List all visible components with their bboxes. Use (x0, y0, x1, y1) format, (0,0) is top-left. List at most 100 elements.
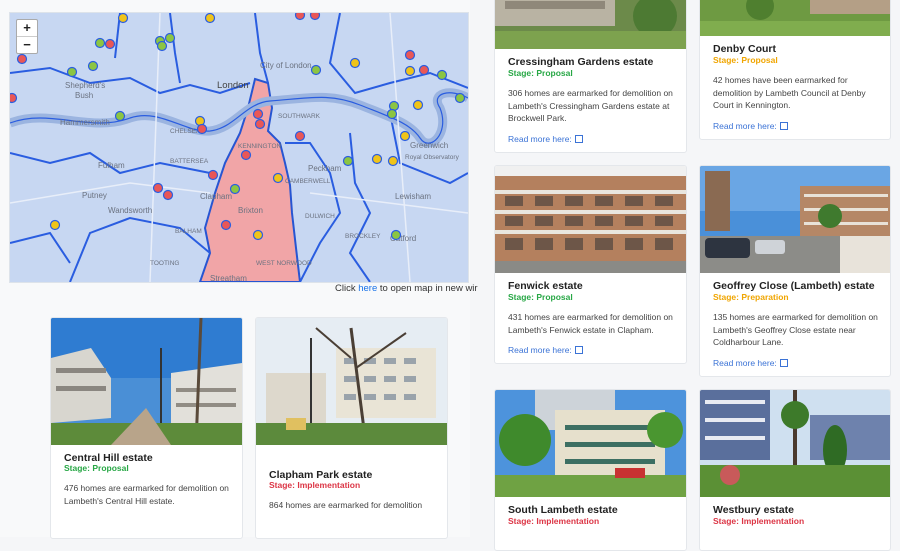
estate-stage: Stage: Proposal (508, 68, 573, 78)
label-west-norwood: WEST NORWOOD (256, 260, 312, 267)
map-marker (294, 13, 306, 21)
estate-card-fenwick[interactable]: Fenwick estate Stage: Proposal 431 homes… (494, 165, 687, 364)
zoom-out-button[interactable]: − (17, 37, 37, 53)
map-marker (254, 118, 266, 130)
read-more-link[interactable]: Read more here: (713, 358, 788, 368)
map-marker (349, 57, 361, 69)
map-marker (371, 153, 383, 165)
estate-stage: Stage: Proposal (64, 463, 129, 473)
estate-card-geoffrey-close[interactable]: Geoffrey Close (Lambeth) estate Stage: P… (699, 165, 891, 377)
map-marker (104, 38, 116, 50)
map-marker (94, 37, 106, 49)
map-marker (399, 130, 411, 142)
map-marker (156, 40, 168, 52)
map-marker (240, 149, 252, 161)
label-greenwich: Greenwich (410, 141, 448, 150)
label-streatham: Streatham (210, 274, 247, 282)
map-canvas[interactable]: City of London London Shepherd's Bush Ha… (10, 13, 468, 282)
map-marker (117, 13, 129, 24)
estate-title: Geoffrey Close (Lambeth) estate (713, 280, 875, 292)
map-marker (272, 172, 284, 184)
estate-photo (700, 0, 890, 36)
label-royal-observatory: Royal Observatory (405, 154, 460, 161)
map-marker (404, 65, 416, 77)
caption-prefix: Click (335, 283, 356, 294)
estate-stage: Stage: Proposal (713, 55, 778, 65)
estate-photo (700, 166, 890, 273)
label-clapham: Clapham (200, 192, 232, 201)
label-fulham: Fulham (98, 161, 125, 170)
map-marker (16, 53, 28, 65)
estate-card-westbury[interactable]: Westbury estate Stage: Implementation (699, 389, 891, 551)
label-camberwell: CAMBERWELL (285, 178, 331, 185)
estate-stage: Stage: Implementation (269, 480, 361, 490)
label-dulwich: DULWICH (305, 213, 335, 220)
estate-description: 431 homes are earmarked for demolition o… (508, 312, 673, 335)
map-marker (310, 64, 322, 76)
label-city-of-london: City of London (260, 61, 312, 70)
estate-card-denby-court[interactable]: Denby Court Stage: Proposal 42 homes hav… (699, 0, 891, 140)
read-more-link[interactable]: Read more here: (508, 345, 583, 355)
estate-stage: Stage: Preparation (713, 292, 789, 302)
label-southwark: SOUTHWARK (278, 113, 321, 120)
map-marker (412, 99, 424, 111)
label-balham: BALHAM (175, 228, 202, 235)
estate-description: 306 homes are earmarked for demolition o… (508, 88, 673, 123)
estate-photo (495, 166, 686, 273)
map-marker (162, 189, 174, 201)
estate-stage: Stage: Proposal (508, 292, 573, 302)
estates-map[interactable]: City of London London Shepherd's Bush Ha… (9, 12, 469, 283)
map-caption: Click here to open map in new wir (335, 283, 478, 294)
read-more-link[interactable]: Read more here: (508, 134, 583, 144)
label-tooting: TOOTING (150, 260, 180, 267)
estate-photo (51, 318, 242, 445)
map-marker (418, 64, 430, 76)
estate-description: 476 homes are earmarked for demolition o… (64, 483, 229, 506)
label-kennington: KENNINGTON (238, 143, 282, 150)
estate-photo (256, 318, 447, 445)
estate-photo (495, 390, 686, 497)
estate-title: Westbury estate (713, 504, 794, 516)
external-link-icon (574, 135, 583, 143)
estate-title: Cressingham Gardens estate (508, 56, 654, 68)
map-marker (454, 92, 466, 104)
label-hammersmith: Hammersmith (60, 118, 110, 127)
map-marker (10, 92, 18, 104)
map-marker (196, 123, 208, 135)
map-marker (342, 155, 354, 167)
estate-card-south-lambeth[interactable]: South Lambeth estate Stage: Implementati… (494, 389, 687, 551)
label-putney: Putney (82, 191, 107, 200)
open-map-link[interactable]: here (358, 283, 377, 294)
label-shepherds: Shepherd's (65, 81, 105, 90)
label-brockley: BROCKLEY (345, 233, 381, 240)
external-link-icon (574, 346, 583, 354)
read-more-link[interactable]: Read more here: (713, 121, 788, 131)
map-marker (220, 219, 232, 231)
map-marker (309, 13, 321, 21)
external-link-icon (779, 122, 788, 130)
map-marker (114, 110, 126, 122)
estate-card-cressingham-gardens[interactable]: Cressingham Gardens estate Stage: Propos… (494, 0, 687, 153)
map-marker (66, 66, 78, 78)
label-lewisham: Lewisham (395, 192, 431, 201)
estate-photo (495, 0, 686, 49)
estate-photo (700, 390, 890, 497)
caption-suffix: to open map in new wir (379, 283, 478, 294)
map-marker (87, 60, 99, 72)
map-marker (204, 13, 216, 24)
zoom-controls: + − (16, 19, 38, 54)
estate-card-central-hill[interactable]: Central Hill estate Stage: Proposal 476 … (50, 317, 243, 539)
map-marker (386, 108, 398, 120)
estate-title: Denby Court (713, 43, 776, 55)
map-marker (252, 108, 264, 120)
map-marker (152, 182, 164, 194)
map-marker (229, 183, 241, 195)
zoom-in-button[interactable]: + (17, 20, 37, 37)
estate-description: 864 homes are earmarked for demolition (269, 500, 423, 510)
external-link-icon (779, 359, 788, 367)
map-marker (387, 155, 399, 167)
map-marker (252, 229, 264, 241)
estate-title: Fenwick estate (508, 280, 583, 292)
map-marker (294, 130, 306, 142)
estate-card-clapham-park[interactable]: Clapham Park estate Stage: Implementatio… (255, 317, 448, 539)
